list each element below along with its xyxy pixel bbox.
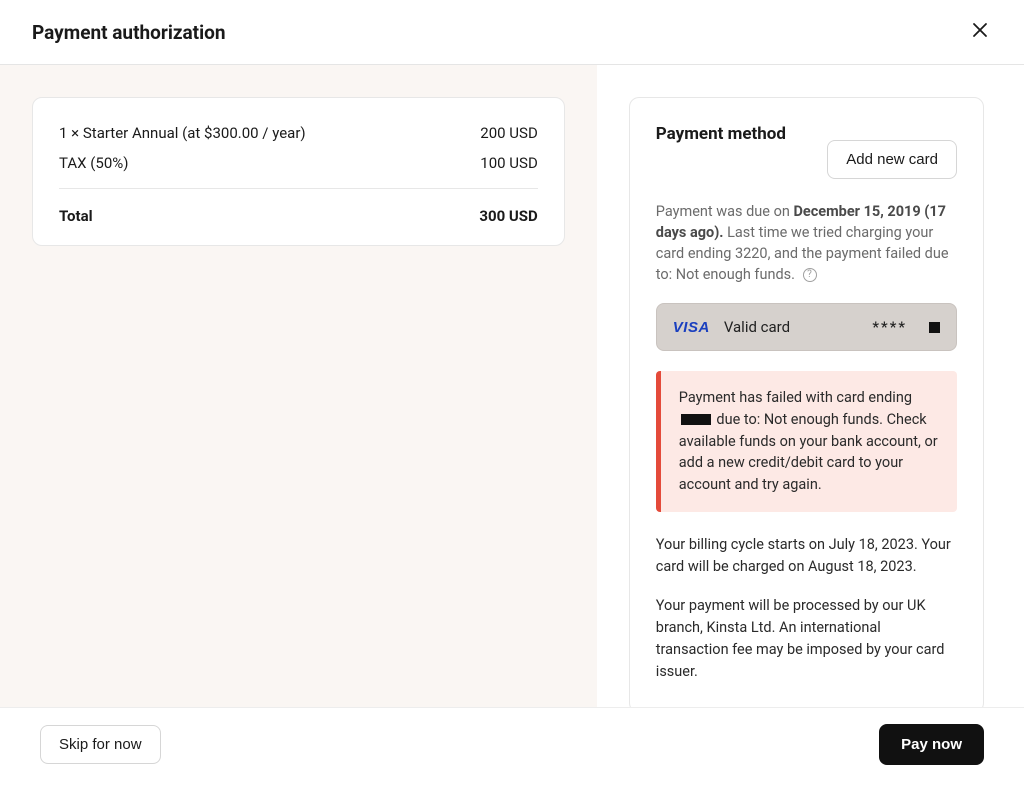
total-amount: 300 USD (479, 207, 537, 225)
card-label: Valid card (724, 318, 859, 336)
branch-notice-text: Your payment will be processed by our UK… (656, 595, 957, 682)
line-item-amount: 200 USD (480, 124, 538, 142)
line-item-amount: 100 USD (480, 154, 538, 172)
payment-method-title: Payment method (656, 124, 786, 144)
modal-footer: Skip for now Pay now (0, 707, 1024, 787)
page-title: Payment authorization (32, 21, 226, 44)
modal-header: Payment authorization (0, 0, 1024, 65)
total-row: Total 300 USD (59, 188, 538, 225)
add-card-button[interactable]: Add new card (827, 140, 957, 179)
payment-pane: Payment method Add new card Payment was … (597, 65, 1024, 707)
payment-method-card: Payment method Add new card Payment was … (629, 97, 984, 707)
summary-pane: 1 × Starter Annual (at $300.00 / year) 2… (0, 65, 597, 707)
billing-cycle-text: Your billing cycle starts on July 18, 20… (656, 534, 957, 578)
close-button[interactable] (968, 18, 992, 46)
card-last4: **** (872, 318, 907, 336)
line-item: 1 × Starter Annual (at $300.00 / year) 2… (59, 118, 538, 148)
total-label: Total (59, 207, 93, 225)
card-ending-redacted (681, 414, 711, 425)
card-selected-indicator (929, 322, 940, 333)
close-icon (972, 21, 988, 43)
content-area: 1 × Starter Annual (at $300.00 / year) 2… (0, 65, 1024, 707)
skip-button[interactable]: Skip for now (40, 725, 161, 764)
visa-logo-icon: VISA (673, 319, 710, 336)
payment-due-notice: Payment was due on December 15, 2019 (17… (656, 201, 957, 285)
order-summary: 1 × Starter Annual (at $300.00 / year) 2… (32, 97, 565, 246)
error-prefix: Payment has failed with card ending (679, 389, 912, 406)
due-prefix: Payment was due on (656, 203, 794, 220)
line-item: TAX (50%) 100 USD (59, 148, 538, 178)
error-suffix: due to: Not enough funds. Check availabl… (679, 411, 938, 493)
saved-card[interactable]: VISA Valid card **** (656, 303, 957, 351)
pay-now-button[interactable]: Pay now (879, 724, 984, 765)
line-item-label: TAX (50%) (59, 154, 129, 172)
payment-error: Payment has failed with card ending due … (656, 371, 957, 512)
line-item-label: 1 × Starter Annual (at $300.00 / year) (59, 124, 306, 142)
info-icon[interactable]: ? (803, 268, 817, 282)
